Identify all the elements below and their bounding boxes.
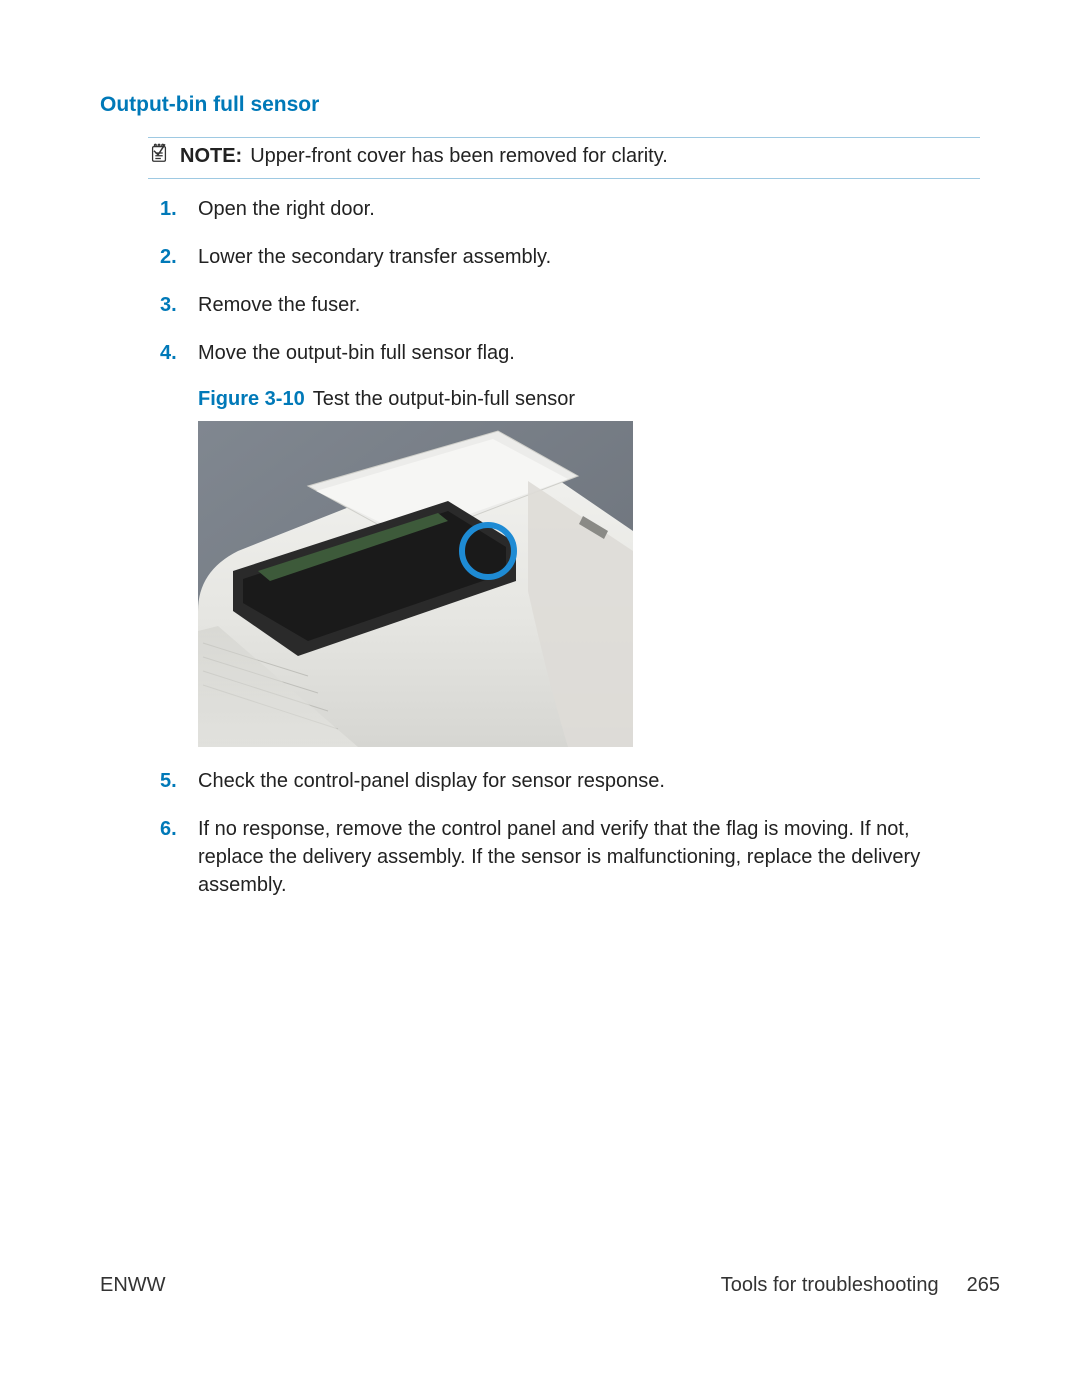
figure-image bbox=[198, 421, 633, 747]
page: Output-bin full sensor NOTE: Upper-front … bbox=[0, 0, 1080, 1397]
note-icon bbox=[148, 142, 170, 172]
footer-right: Tools for troubleshooting 265 bbox=[721, 1271, 1000, 1299]
step-6: 6. If no response, remove the control pa… bbox=[100, 815, 980, 899]
note-body: Upper-front cover has been removed for c… bbox=[250, 145, 668, 167]
page-number: 265 bbox=[967, 1271, 1000, 1299]
note-text: NOTE: Upper-front cover has been removed … bbox=[180, 142, 980, 170]
step-5: 5. Check the control-panel display for s… bbox=[100, 767, 980, 795]
footer-section: Tools for troubleshooting bbox=[721, 1271, 939, 1299]
step-number: 4. bbox=[160, 339, 177, 367]
step-number: 1. bbox=[160, 195, 177, 223]
footer-left: ENWW bbox=[100, 1271, 166, 1299]
step-text: Check the control-panel display for sens… bbox=[198, 770, 665, 792]
figure-caption: Figure 3-10 Test the output-bin-full sens… bbox=[198, 385, 980, 413]
step-number: 3. bbox=[160, 291, 177, 319]
figure-label: Figure 3-10 bbox=[198, 388, 305, 410]
step-2: 2. Lower the secondary transfer assembly… bbox=[100, 243, 980, 271]
step-text: Lower the secondary transfer assembly. bbox=[198, 246, 551, 268]
step-text: If no response, remove the control panel… bbox=[198, 818, 920, 896]
step-1: 1. Open the right door. bbox=[100, 195, 980, 223]
step-text: Remove the fuser. bbox=[198, 294, 360, 316]
note-block: NOTE: Upper-front cover has been removed … bbox=[148, 137, 980, 179]
steps-list: 1. Open the right door. 2. Lower the sec… bbox=[100, 195, 980, 899]
step-4: 4. Move the output-bin full sensor flag.… bbox=[100, 339, 980, 747]
figure-caption-text: Test the output-bin-full sensor bbox=[313, 388, 575, 410]
step-text: Open the right door. bbox=[198, 198, 375, 220]
step-number: 6. bbox=[160, 815, 177, 843]
step-number: 2. bbox=[160, 243, 177, 271]
step-number: 5. bbox=[160, 767, 177, 795]
figure-block: Figure 3-10 Test the output-bin-full sens… bbox=[198, 385, 980, 747]
section-heading: Output-bin full sensor bbox=[100, 90, 980, 119]
step-3: 3. Remove the fuser. bbox=[100, 291, 980, 319]
page-footer: ENWW Tools for troubleshooting 265 bbox=[100, 1271, 1000, 1299]
note-label: NOTE: bbox=[180, 145, 242, 167]
step-text: Move the output-bin full sensor flag. bbox=[198, 342, 515, 364]
